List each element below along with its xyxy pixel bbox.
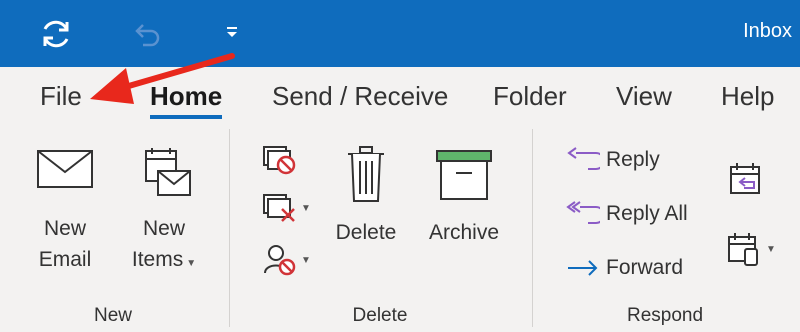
archive-label: Archive — [428, 221, 500, 244]
reply-all-button[interactable]: Reply All — [566, 201, 688, 227]
ignore-icon — [263, 146, 296, 175]
new-email-label-line2: Email — [38, 248, 92, 271]
reply-label: Reply — [606, 148, 660, 171]
meeting-reply-icon — [730, 163, 760, 194]
sync-icon[interactable] — [36, 12, 76, 56]
calendar-phone-icon — [728, 233, 758, 266]
new-items-label-line2: Items — [131, 248, 184, 271]
forward-arrow-icon — [568, 260, 598, 276]
dropdown-caret-icon: ▼ — [766, 243, 776, 255]
new-items-button[interactable]: New Items ▼ — [122, 147, 206, 279]
chevron-down-icon[interactable] — [214, 12, 250, 56]
reply-all-label: Reply All — [606, 202, 688, 225]
ignore-button[interactable] — [262, 145, 298, 175]
reply-all-icon — [566, 201, 600, 224]
clean-up-button[interactable]: ▼ — [262, 193, 311, 223]
new-email-button[interactable]: New Email — [30, 147, 100, 275]
new-items-label-line1: New — [142, 217, 185, 240]
delete-label: Delete — [335, 221, 397, 244]
active-tab-indicator — [150, 115, 222, 119]
clean-up-icon — [263, 194, 295, 222]
archive-button[interactable]: Archive — [422, 149, 506, 248]
tab-help[interactable]: Help — [721, 81, 774, 112]
ribbon-tabs: File Home Send / Receive Folder View Hel… — [0, 67, 800, 125]
archive-icon — [436, 150, 492, 200]
tab-view[interactable]: View — [616, 81, 672, 112]
new-email-label-line1: New — [43, 217, 86, 240]
reply-button[interactable]: Reply — [566, 147, 660, 173]
ribbon-home: New Email New Items ▼ New ▼ ▼ Delete Arc… — [0, 125, 800, 332]
tab-home[interactable]: Home — [150, 81, 222, 112]
group-label-delete: Delete — [352, 305, 408, 326]
group-label-new: New — [93, 305, 132, 326]
forward-button[interactable]: Forward — [566, 255, 683, 281]
tab-file[interactable]: File — [40, 81, 82, 112]
more-respond-button[interactable]: ▼ — [727, 231, 776, 267]
envelope-icon — [37, 150, 93, 188]
junk-icon — [264, 245, 296, 276]
title-bar: Inbox — [0, 0, 800, 67]
undo-icon[interactable] — [126, 12, 166, 56]
dropdown-caret-icon: ▼ — [186, 258, 197, 269]
tab-folder[interactable]: Folder — [493, 81, 567, 112]
dropdown-caret-icon: ▼ — [301, 202, 311, 214]
reply-icon — [567, 147, 600, 170]
group-label-respond: Respond — [626, 305, 704, 326]
junk-button[interactable]: ▼ — [262, 243, 311, 277]
tab-send-receive[interactable]: Send / Receive — [272, 81, 448, 112]
group-divider — [229, 129, 230, 327]
group-divider — [532, 129, 533, 327]
forward-label: Forward — [606, 256, 684, 279]
meeting-button[interactable] — [727, 161, 763, 197]
new-items-icon — [145, 148, 191, 196]
window-title: Inbox — [743, 20, 792, 42]
dropdown-caret-icon: ▼ — [301, 254, 311, 266]
trash-icon — [348, 146, 384, 202]
delete-button[interactable]: Delete — [330, 145, 402, 248]
